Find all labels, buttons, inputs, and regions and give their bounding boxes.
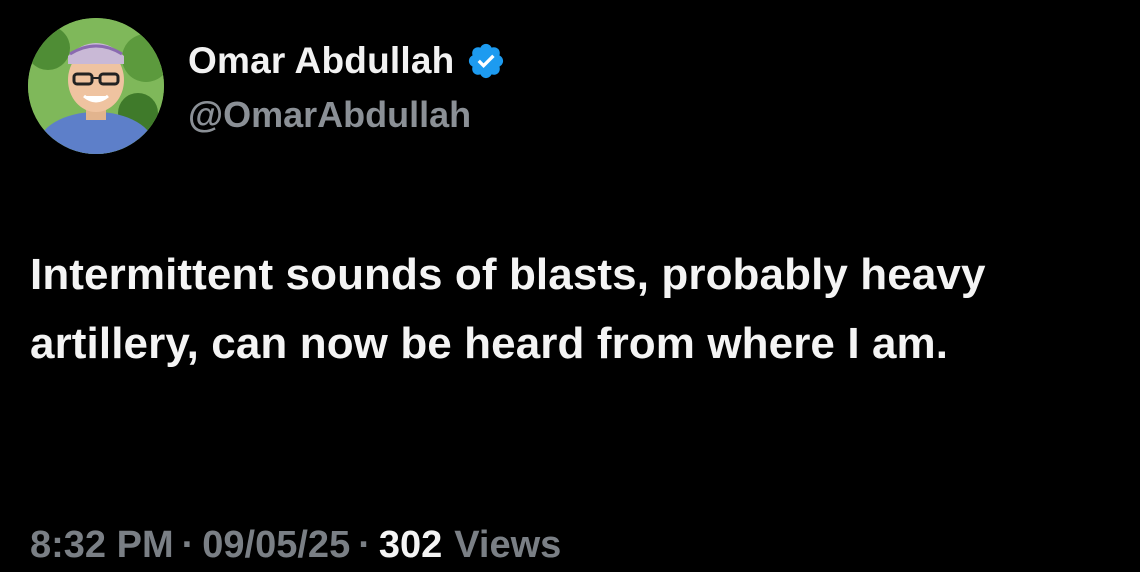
author-avatar[interactable] <box>28 18 164 154</box>
meta-separator: · <box>181 523 195 566</box>
views-label[interactable]: Views <box>454 524 561 567</box>
views-count[interactable]: 302 <box>379 524 442 567</box>
author-display-name[interactable]: Omar Abdullah <box>188 40 454 82</box>
tweet-text: Intermittent sounds of blasts, probably … <box>30 250 986 368</box>
verified-badge-icon <box>466 41 506 81</box>
author-name-row[interactable]: Omar Abdullah <box>188 36 506 86</box>
tweet-date[interactable]: 09/05/25 <box>202 524 350 567</box>
author-handle[interactable]: @OmarAbdullah <box>188 94 471 136</box>
tweet-meta: 8:32 PM · 09/05/25 · 302 Views <box>30 518 561 572</box>
tweet-card: Omar Abdullah @OmarAbdullah Intermittent… <box>0 0 1140 570</box>
avatar-photo-icon <box>28 18 164 154</box>
tweet-time[interactable]: 8:32 PM <box>30 524 174 567</box>
meta-separator: · <box>358 523 371 566</box>
